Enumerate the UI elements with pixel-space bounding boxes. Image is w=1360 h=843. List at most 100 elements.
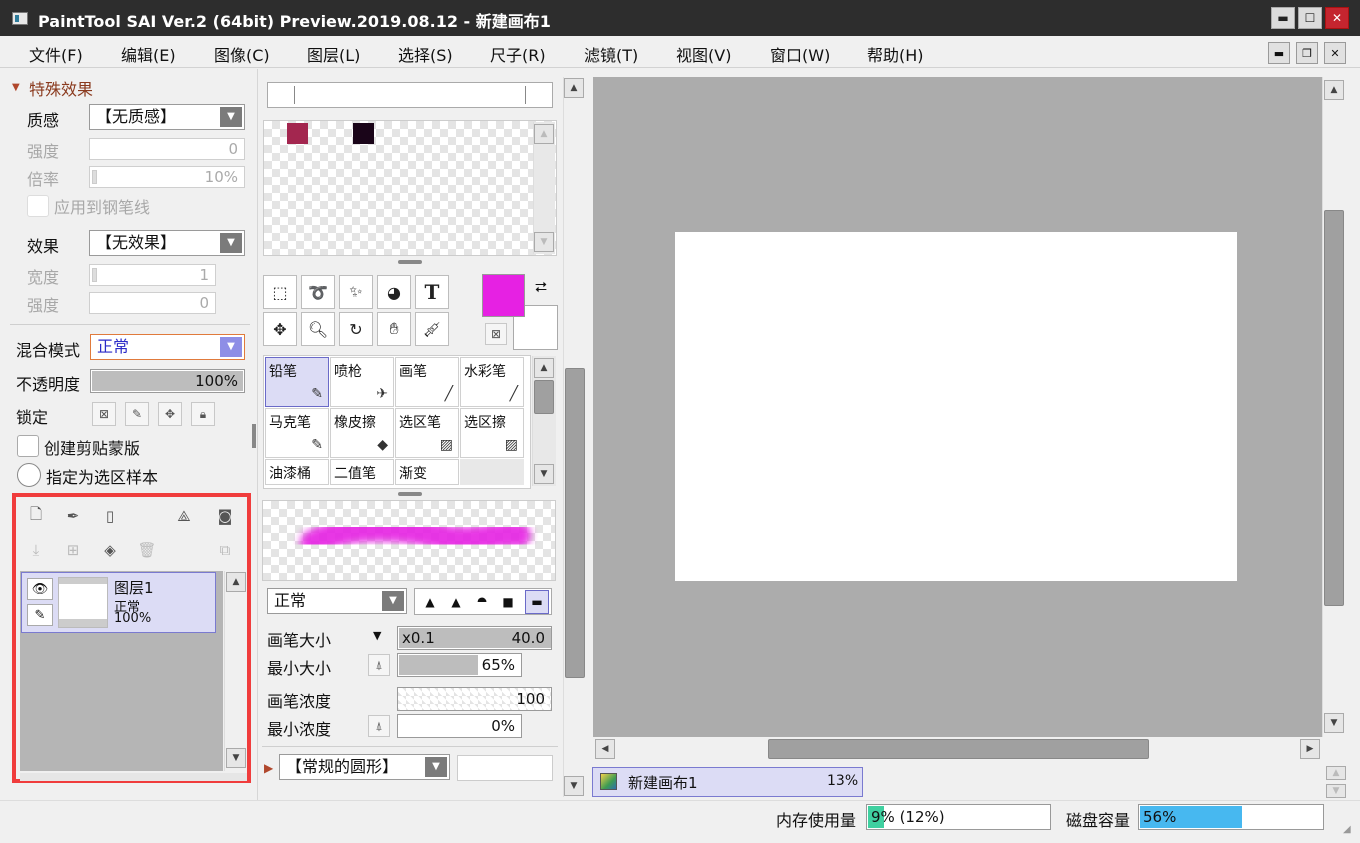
panel-resize-handle[interactable]	[398, 260, 422, 264]
swap-colors-icon[interactable]: ⮂	[535, 278, 547, 296]
new-layer-icon[interactable]: 🗋︎	[25, 505, 47, 527]
lock-transparency-button[interactable]: ⊠	[92, 402, 116, 426]
scroll-down-icon[interactable]: ▼	[534, 232, 554, 252]
scroll-down-icon[interactable]: ▼	[1324, 713, 1344, 733]
effect-dropdown[interactable]: 【无效果】 ▼	[89, 230, 245, 256]
tool-marker[interactable]: 马克笔 ✎	[265, 408, 329, 458]
scroll-right-icon[interactable]: ▶	[1300, 739, 1320, 759]
blend-mode-dropdown[interactable]: 正常 ▼	[90, 334, 245, 360]
eyedropper-icon[interactable]: 💉︎	[415, 312, 449, 346]
brush-shape-dropdown[interactable]: 【常规的圆形】 ▼	[279, 754, 450, 780]
lock-paint-button[interactable]: ✎	[125, 402, 149, 426]
pencil-icon[interactable]: ✎	[27, 604, 53, 626]
menu-filter[interactable]: 滤镜(T)	[584, 42, 638, 66]
tool-selpen[interactable]: 选区笔 ▨	[395, 408, 459, 458]
scroll-down-icon[interactable]: ▼	[1326, 784, 1346, 798]
lock-all-button[interactable]: 🔒︎	[191, 402, 215, 426]
merge-down-icon[interactable]: ⤓	[25, 539, 47, 561]
scroll-up-icon[interactable]: ▲	[1324, 80, 1344, 100]
eye-icon[interactable]: 👁︎	[27, 578, 53, 600]
scroll-thumb[interactable]	[768, 739, 1149, 759]
maximize-button[interactable]: ☐	[1298, 7, 1322, 29]
tool-watercolor[interactable]: 水彩笔 ╱	[460, 357, 524, 407]
scroll-left-icon[interactable]: ◀	[595, 739, 615, 759]
menu-file[interactable]: 文件(F)	[29, 42, 83, 66]
menu-window[interactable]: 窗口(W)	[770, 42, 830, 66]
brush-shape-soft-icon[interactable]: ⯊	[471, 591, 493, 613]
tool-binary-pen[interactable]: 二值笔	[330, 459, 394, 485]
move-icon[interactable]: ✥	[263, 312, 297, 346]
brush-shape-sharp-icon[interactable]: ▲	[419, 591, 441, 613]
scroll-up-icon[interactable]: ▲	[564, 78, 584, 98]
menu-layer[interactable]: 图层(L)	[307, 42, 360, 66]
effect-intensity-slider[interactable]: 0	[89, 292, 216, 314]
tool-brush[interactable]: 画笔 ╱	[395, 357, 459, 407]
pressure-size-icon[interactable]: ⍋	[368, 654, 390, 676]
clipping-checkbox[interactable]	[17, 435, 39, 457]
brush-shape-param[interactable]	[457, 755, 553, 781]
panel-scroll-handle[interactable]	[252, 424, 256, 448]
canvas-paper[interactable]	[675, 232, 1237, 581]
text-tool-icon[interactable]: T	[415, 275, 449, 309]
scroll-down-icon[interactable]: ▼	[564, 776, 584, 796]
lasso-icon[interactable]: ➰	[301, 275, 335, 309]
opacity-slider[interactable]: 100%	[90, 369, 245, 393]
scroll-up-icon[interactable]: ▲	[1326, 766, 1346, 780]
effects-section-title[interactable]: 特殊效果	[29, 76, 93, 100]
tool-selerase[interactable]: 选区擦 ▨	[460, 408, 524, 458]
delete-layer-icon[interactable]: 🗑︎	[136, 539, 158, 561]
menu-image[interactable]: 图像(C)	[214, 42, 270, 66]
scroll-thumb[interactable]	[1324, 210, 1344, 606]
menu-view[interactable]: 视图(V)	[676, 42, 731, 66]
layer-mask-icon[interactable]: ◙	[214, 505, 236, 527]
merge-visible-icon[interactable]: ⊞	[62, 539, 84, 561]
tool-pencil[interactable]: 铅笔 ✎	[265, 357, 329, 407]
color-field[interactable]	[267, 82, 553, 108]
scale-slider[interactable]: 10%	[89, 166, 245, 188]
minimize-button[interactable]: ▬	[1271, 7, 1295, 29]
swatch-color-1[interactable]	[287, 123, 308, 144]
tool-eraser[interactable]: 橡皮擦 ◆	[330, 408, 394, 458]
brush-shape-flat-icon[interactable]: ■	[497, 591, 519, 613]
brush-shape-round-icon[interactable]: ▲	[445, 591, 467, 613]
scroll-thumb[interactable]	[565, 368, 585, 678]
close-button[interactable]: ✕	[1325, 7, 1349, 29]
menu-help[interactable]: 帮助(H)	[867, 42, 924, 66]
primary-color-swatch[interactable]	[482, 274, 525, 317]
rect-select-icon[interactable]: ⬚	[263, 275, 297, 309]
scroll-up-icon[interactable]: ▲	[226, 572, 246, 592]
menu-select[interactable]: 选择(S)	[398, 42, 453, 66]
layer-scrollbar[interactable]	[224, 571, 247, 771]
swatch-color-2[interactable]	[353, 123, 374, 144]
min-size-slider[interactable]: 65%	[397, 653, 522, 677]
mdi-minimize-button[interactable]: ▬	[1268, 42, 1290, 64]
menu-edit[interactable]: 编辑(E)	[121, 42, 176, 66]
hand-icon[interactable]: ✋︎	[377, 312, 411, 346]
shape-select-icon[interactable]: ◕	[377, 275, 411, 309]
width-slider[interactable]: 1	[89, 264, 216, 286]
new-linework-layer-icon[interactable]: ✒	[62, 505, 84, 527]
transparent-color-icon[interactable]: ⊠	[485, 323, 507, 345]
scroll-up-icon[interactable]: ▲	[534, 358, 554, 378]
chevron-down-icon[interactable]: ▼	[373, 629, 381, 642]
menu-ruler[interactable]: 尺子(R)	[490, 42, 546, 66]
copy-layer-icon[interactable]: ⧉	[214, 539, 236, 561]
brush-density-slider[interactable]: 100	[397, 687, 552, 711]
apply-pen-checkbox[interactable]	[27, 195, 49, 217]
mdi-close-button[interactable]: ✕	[1324, 42, 1346, 64]
expand-triangle-icon[interactable]: ▶	[264, 761, 273, 775]
scroll-down-icon[interactable]: ▼	[534, 464, 554, 484]
layer-filter-icon[interactable]: ⟁	[173, 505, 195, 527]
mdi-restore-button[interactable]: ❐	[1296, 42, 1318, 64]
lock-move-button[interactable]: ✥	[158, 402, 182, 426]
layer-hscrollbar[interactable]	[20, 773, 247, 781]
new-folder-icon[interactable]: ▯	[99, 505, 121, 527]
magic-wand-icon[interactable]: ✨︎	[339, 275, 373, 309]
rotate-icon[interactable]: ↻	[339, 312, 373, 346]
brush-mode-dropdown[interactable]: 正常 ▼	[267, 588, 407, 614]
pressure-density-icon[interactable]: ⍋	[368, 715, 390, 737]
tool-bucket[interactable]: 油漆桶	[265, 459, 329, 485]
brush-shape-square-icon[interactable]: ▬	[525, 590, 549, 614]
tool-gradient[interactable]: 渐变	[395, 459, 459, 485]
panel-resize-handle[interactable]	[398, 492, 422, 496]
